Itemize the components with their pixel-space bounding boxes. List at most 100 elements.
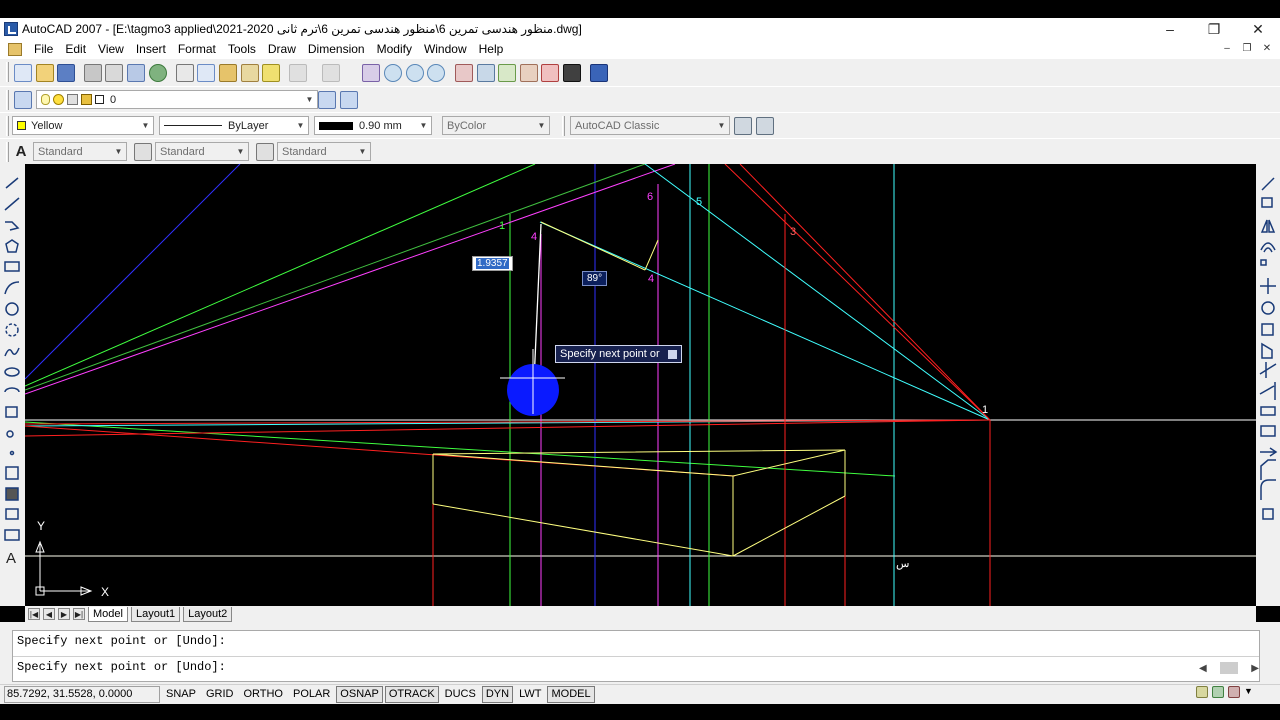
toolbar-grip[interactable]	[6, 116, 9, 136]
chevron-down-icon[interactable]: ▼	[536, 120, 547, 131]
menu-dimension[interactable]: Dimension	[302, 42, 371, 56]
sheet-set-manager-icon[interactable]	[520, 64, 538, 82]
layer-color-swatch[interactable]	[95, 95, 104, 104]
make-current-layer-icon[interactable]	[318, 91, 336, 109]
lineweight-dropdown[interactable]: 0.90 mm ▼	[314, 116, 432, 135]
first-tab-icon[interactable]: |◀	[28, 608, 40, 620]
osnap-toggle[interactable]: OSNAP	[336, 686, 383, 703]
model-toggle[interactable]: MODEL	[547, 686, 595, 703]
match-properties-icon[interactable]	[241, 64, 259, 82]
layer-thaw-icon[interactable]	[53, 94, 64, 105]
plotstyle-dropdown[interactable]: ByColor ▼	[442, 116, 550, 135]
chevron-down-icon[interactable]: ▼	[357, 146, 368, 157]
open-file-icon[interactable]	[36, 64, 54, 82]
last-tab-icon[interactable]: ▶|	[73, 608, 85, 620]
menu-edit[interactable]: Edit	[59, 42, 92, 56]
command-prompt-line[interactable]: Specify next point or [Undo]:	[17, 660, 226, 674]
maximize-button[interactable]: ❐	[1192, 18, 1236, 40]
lwt-toggle[interactable]: LWT	[515, 686, 546, 703]
chevron-down-icon[interactable]: ▼	[304, 94, 315, 105]
close-button[interactable]: ✕	[1236, 18, 1280, 40]
toolbar-grip[interactable]	[6, 90, 9, 110]
command-scrollbar[interactable]: ◀ ▶	[1199, 661, 1259, 675]
tray-settings-icon[interactable]	[1228, 686, 1240, 698]
plot-icon[interactable]	[84, 64, 102, 82]
scroll-left-icon[interactable]: ◀	[1199, 663, 1207, 674]
layer-on-icon[interactable]	[41, 94, 50, 105]
menu-help[interactable]: Help	[473, 42, 510, 56]
layer-previous-icon[interactable]	[340, 91, 358, 109]
3d-dwf-icon[interactable]	[149, 64, 167, 82]
toolbar-grip[interactable]	[6, 142, 9, 162]
chevron-down-icon[interactable]: ▼	[295, 120, 306, 131]
dynamic-angle-input[interactable]: 89°	[582, 271, 608, 286]
plot-preview-icon[interactable]	[105, 64, 123, 82]
chevron-down-icon[interactable]: ▼	[113, 146, 124, 157]
tab-layout2[interactable]: Layout2	[183, 606, 233, 622]
polar-toggle[interactable]: POLAR	[289, 686, 335, 703]
markup-set-manager-icon[interactable]	[541, 64, 559, 82]
layer-dropdown[interactable]: 0 ▼	[36, 90, 318, 109]
layer-manager-icon[interactable]	[14, 91, 32, 109]
my-workspace-icon[interactable]	[756, 117, 774, 135]
menu-insert[interactable]: Insert	[130, 42, 172, 56]
doc-close-button[interactable]: ✕	[1260, 41, 1274, 55]
save-icon[interactable]	[57, 64, 75, 82]
dynamic-length-input[interactable]: 1.9357	[472, 256, 513, 271]
scroll-right-icon[interactable]: ▶	[1251, 663, 1259, 674]
toolbar-grip[interactable]	[6, 62, 9, 82]
layer-lock-icon[interactable]	[81, 94, 92, 105]
text-style-dropdown[interactable]: Standard ▼	[33, 142, 127, 161]
zoom-previous-icon[interactable]	[427, 64, 445, 82]
help-icon[interactable]	[590, 64, 608, 82]
cut-icon[interactable]	[176, 64, 194, 82]
menu-draw[interactable]: Draw	[262, 42, 302, 56]
down-arrow-icon[interactable]	[667, 349, 677, 359]
coordinate-display[interactable]: 85.7292, 31.5528, 0.0000	[4, 686, 160, 703]
tray-menu-icon[interactable]: ▼	[1244, 686, 1254, 698]
chevron-down-icon[interactable]: ▼	[235, 146, 246, 157]
chevron-down-icon[interactable]: ▼	[716, 120, 727, 131]
document-icon[interactable]	[8, 42, 22, 56]
copy-icon[interactable]	[197, 64, 215, 82]
menu-file[interactable]: File	[28, 42, 59, 56]
ortho-toggle[interactable]: ORTHO	[239, 686, 287, 703]
tab-layout1[interactable]: Layout1	[130, 606, 181, 622]
pan-realtime-icon[interactable]	[362, 64, 380, 82]
menu-window[interactable]: Window	[418, 42, 473, 56]
drawing-svg[interactable]: 1 4 6 5 3 4 1 س Y X	[25, 164, 1256, 606]
otrack-toggle[interactable]: OTRACK	[384, 686, 439, 703]
zoom-realtime-icon[interactable]	[384, 64, 402, 82]
scroll-thumb[interactable]	[1220, 662, 1238, 674]
undo-icon[interactable]	[289, 64, 307, 82]
dyn-toggle[interactable]: DYN	[481, 686, 514, 703]
zoom-window-icon[interactable]	[406, 64, 424, 82]
chevron-down-icon[interactable]: ▼	[140, 120, 151, 131]
workspace-settings-icon[interactable]	[734, 117, 752, 135]
drawing-canvas[interactable]: 1 4 6 5 3 4 1 س Y X 1.9357 89° Specify n…	[25, 164, 1256, 606]
color-dropdown[interactable]: Yellow ▼	[12, 116, 154, 135]
quickcalc-icon[interactable]	[563, 64, 581, 82]
dimension-style-icon[interactable]	[134, 143, 152, 161]
design-center-icon[interactable]	[477, 64, 495, 82]
menu-tools[interactable]: Tools	[222, 42, 262, 56]
prev-tab-icon[interactable]: ◀	[43, 608, 55, 620]
table-style-dropdown[interactable]: Standard ▼	[277, 142, 371, 161]
tab-model[interactable]: Model	[88, 606, 128, 622]
doc-minimize-button[interactable]: –	[1220, 41, 1234, 55]
paste-icon[interactable]	[219, 64, 237, 82]
next-tab-icon[interactable]: ▶	[58, 608, 70, 620]
ducs-toggle[interactable]: DUCS	[440, 686, 480, 703]
chevron-down-icon[interactable]: ▼	[418, 120, 429, 131]
redo-icon[interactable]	[322, 64, 340, 82]
tool-palettes-icon[interactable]	[498, 64, 516, 82]
doc-restore-button[interactable]: ❐	[1240, 41, 1254, 55]
linetype-dropdown[interactable]: ByLayer ▼	[159, 116, 309, 135]
minimize-button[interactable]: –	[1148, 18, 1192, 40]
table-style-icon[interactable]	[256, 143, 274, 161]
text-style-icon[interactable]: A	[12, 143, 30, 161]
block-editor-icon[interactable]	[262, 64, 280, 82]
layer-viewport-icon[interactable]	[67, 94, 78, 105]
snap-toggle[interactable]: SNAP	[162, 686, 200, 703]
command-box[interactable]: Specify next point or [Undo]: Specify ne…	[12, 630, 1260, 682]
